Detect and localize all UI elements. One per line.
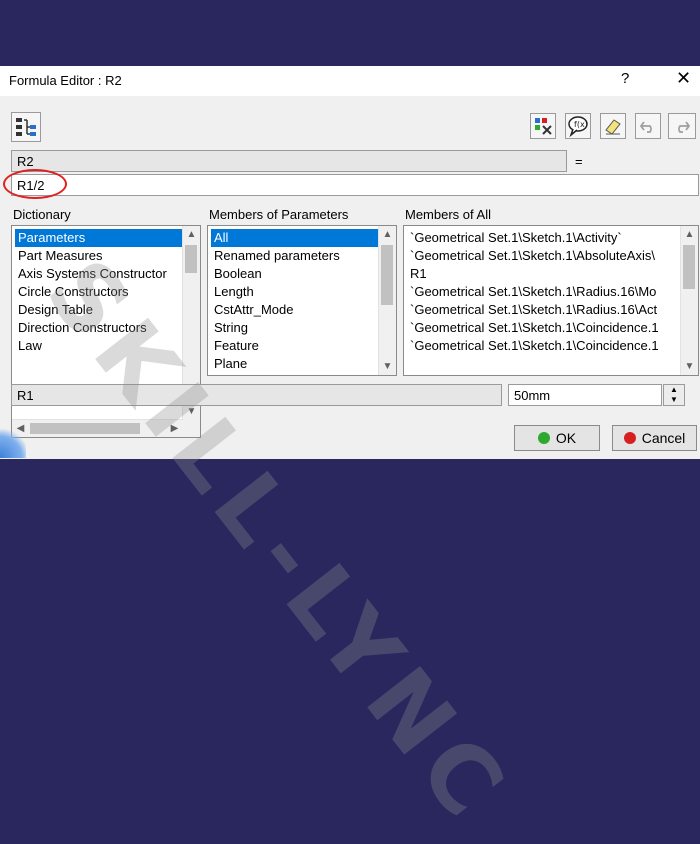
scroll-right-icon[interactable]: ▶ [166, 420, 183, 437]
scroll-down-icon[interactable]: ▼ [379, 358, 396, 375]
scroll-down-icon[interactable]: ▼ [681, 358, 698, 375]
svg-text:f(x): f(x) [574, 120, 588, 129]
redo-icon [678, 121, 691, 133]
list-item[interactable]: Direction Constructors [15, 319, 150, 337]
scroll-thumb[interactable] [381, 245, 393, 305]
redo-button[interactable] [668, 113, 696, 139]
comment-button[interactable]: f(x) [565, 113, 591, 139]
value-field[interactable]: 50mm [508, 384, 662, 406]
close-button[interactable]: ✕ [676, 68, 691, 89]
list-item[interactable]: Renamed parameters [211, 247, 343, 265]
screen: { "window": { "title": "Formula Editor :… [0, 0, 700, 844]
list-item[interactable]: String [211, 319, 251, 337]
selected-member-field: R1 [11, 384, 502, 406]
ok-label: OK [555, 430, 577, 446]
list-item[interactable]: CstAttr_Mode [211, 301, 296, 319]
scroll-corner [183, 420, 200, 437]
members-of-parameters-list[interactable]: All Renamed parameters Boolean Length Cs… [207, 225, 397, 376]
title-bar: Formula Editor : R2 ? ✕ [0, 66, 700, 96]
list-item[interactable]: `Geometrical Set.1\Sketch.1\Radius.16\Mo [407, 283, 659, 301]
value-spinner[interactable]: ▲ ▼ [663, 384, 685, 406]
scroll-up-icon[interactable]: ▲ [183, 226, 200, 243]
list-item[interactable]: Boolean [211, 265, 265, 283]
cancel-button[interactable]: Cancel [612, 425, 697, 451]
members-of-all-label: Members of All [405, 207, 491, 222]
list-item[interactable]: `Geometrical Set.1\Sketch.1\Coincidence.… [407, 319, 662, 337]
horizontal-scrollbar[interactable]: ◀ ▶ [12, 419, 183, 437]
scroll-up-icon[interactable]: ▲ [681, 226, 698, 243]
dictionary-wizard-button[interactable] [530, 113, 556, 139]
scroll-thumb[interactable] [683, 245, 695, 289]
spin-down-icon[interactable]: ▼ [664, 395, 684, 405]
list-item[interactable]: Axis Systems Constructor [15, 265, 170, 283]
list-item[interactable]: Feature [211, 337, 262, 355]
formula-tree-button[interactable] [11, 112, 41, 142]
formula-input[interactable]: R1/2 [11, 174, 699, 196]
list-item[interactable]: All [211, 229, 381, 247]
window-title: Formula Editor : R2 [9, 73, 122, 88]
cancel-label: Cancel [641, 430, 686, 446]
equals-sign: = [575, 154, 583, 169]
ok-button[interactable]: OK [514, 425, 600, 451]
help-button[interactable]: ? [621, 70, 629, 87]
speech-bubble-icon: f(x) [568, 116, 588, 137]
green-light-icon [537, 432, 550, 444]
list-item[interactable]: Design Table [15, 301, 96, 319]
list-item[interactable]: Plane [211, 355, 250, 373]
members-of-all-list[interactable]: `Geometrical Set.1\Sketch.1\Activity` `G… [403, 225, 699, 376]
formula-tree-icon [16, 118, 36, 136]
erase-button[interactable] [600, 113, 626, 139]
members-of-parameters-label: Members of Parameters [209, 207, 349, 222]
spin-up-icon[interactable]: ▲ [664, 385, 684, 395]
scroll-thumb[interactable] [30, 423, 140, 434]
list-item[interactable]: Length [211, 283, 257, 301]
list-item[interactable]: Circle Constructors [15, 283, 132, 301]
eraser-icon [605, 119, 621, 135]
scroll-up-icon[interactable]: ▲ [379, 226, 396, 243]
vertical-scrollbar[interactable]: ▲ ▼ [378, 226, 396, 375]
dictionary-list[interactable]: Parameters Part Measures Axis Systems Co… [11, 225, 201, 438]
red-light-icon [623, 432, 636, 444]
parameter-name-field: R2 [11, 150, 567, 172]
background-graphic [0, 428, 26, 458]
list-item[interactable]: Part Measures [15, 247, 106, 265]
undo-button[interactable] [635, 113, 661, 139]
list-item[interactable]: `Geometrical Set.1\Sketch.1\Radius.16\Ac… [407, 301, 660, 319]
dictionary-label: Dictionary [13, 207, 71, 222]
dictionary-wizard-icon [535, 118, 552, 135]
list-item[interactable]: R1 [407, 265, 430, 283]
list-item[interactable]: `Geometrical Set.1\Sketch.1\Coincidence.… [407, 337, 662, 355]
formula-editor-dialog: Formula Editor : R2 ? ✕ f(x) R2 = R1/2 D… [0, 66, 700, 459]
undo-icon [639, 121, 652, 133]
list-item[interactable]: Law [15, 337, 45, 355]
list-item[interactable]: `Geometrical Set.1\Sketch.1\AbsoluteAxis… [407, 247, 658, 265]
scroll-thumb[interactable] [185, 245, 197, 273]
list-item[interactable]: `Geometrical Set.1\Sketch.1\Activity` [407, 229, 625, 247]
list-item[interactable]: Parameters [15, 229, 185, 247]
vertical-scrollbar[interactable]: ▲ ▼ [680, 226, 698, 375]
